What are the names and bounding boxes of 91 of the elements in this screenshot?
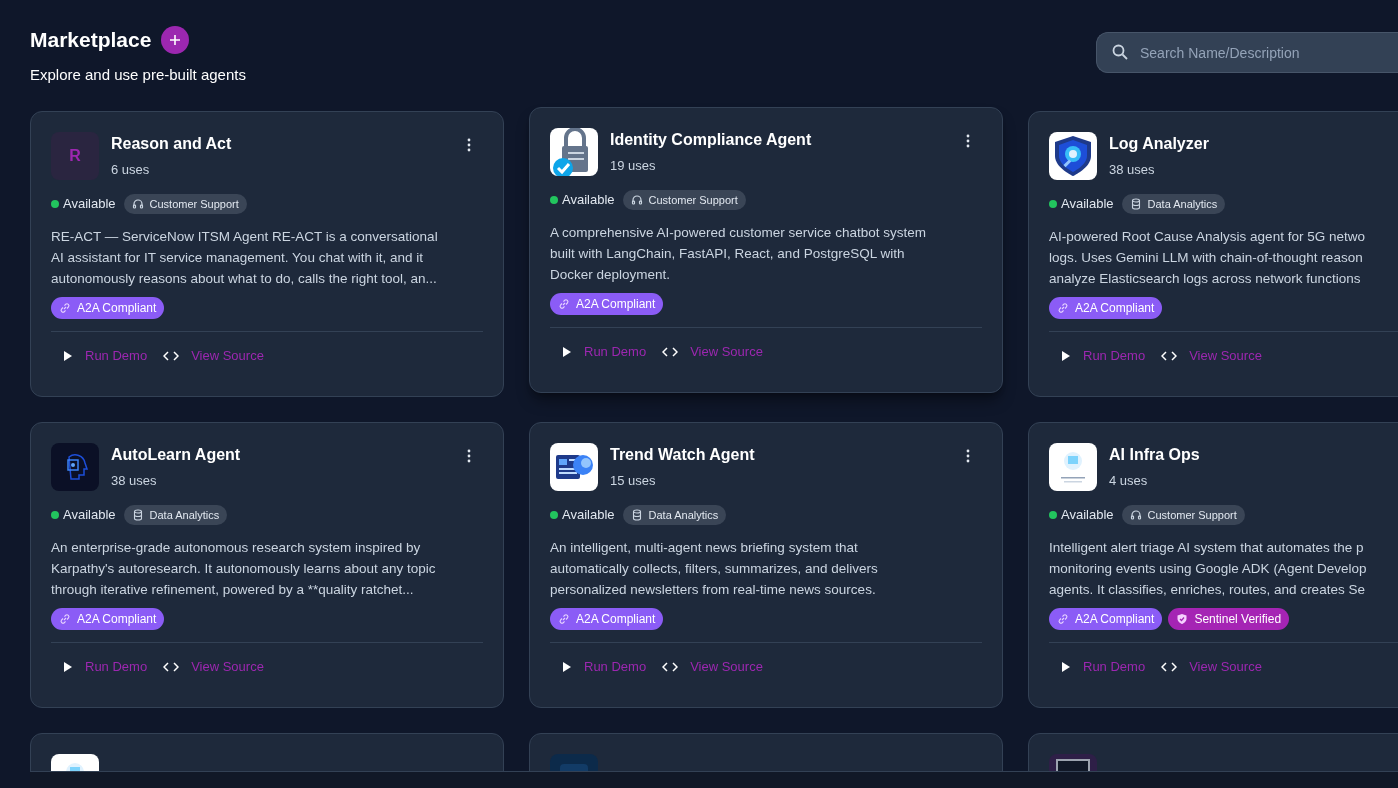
shield-icon xyxy=(1176,613,1189,625)
compliance-badge: A2A Compliant xyxy=(550,293,664,315)
search-field[interactable]: Search Name/Description xyxy=(1096,32,1398,73)
agent-title: AutoLearn Agent xyxy=(111,445,242,465)
play-icon xyxy=(562,345,572,358)
compliance-badge: A2A Compliant xyxy=(550,608,664,630)
avatar: R xyxy=(51,132,99,180)
play-icon xyxy=(562,660,572,673)
database-icon xyxy=(630,509,643,521)
code-icon xyxy=(662,661,679,672)
play-icon xyxy=(63,349,73,362)
agent-card[interactable] xyxy=(529,107,1003,393)
category-tag: Data Analytics xyxy=(1121,194,1226,214)
usage-count: 38 uses xyxy=(111,472,158,490)
more-options-icon[interactable] xyxy=(467,449,471,463)
link-icon xyxy=(558,298,570,310)
page-title: Marketplace xyxy=(30,27,152,53)
play-icon xyxy=(63,660,73,673)
play-icon xyxy=(1061,660,1071,673)
agent-title: AI Infra Ops xyxy=(1109,445,1201,465)
agent-description: An enterprise-grade autonomous research system inspired by Karpathy's autoresearch. It autonomously learns about any topic through iterative refinement, powered by a **quality ratchet... xyxy=(51,539,437,599)
more-options-icon[interactable] xyxy=(966,134,970,148)
database-icon xyxy=(1129,198,1142,210)
agent-description: An intelligent, multi-agent news briefing system that automatically collects, filters, summarizes, and delivers personalized newsletters from real-time news sources. xyxy=(550,539,879,599)
link-icon xyxy=(59,613,71,625)
usage-count: 38 uses xyxy=(1109,161,1156,179)
compliance-badge: A2A Compliant xyxy=(1049,297,1163,319)
agent-card[interactable] xyxy=(1028,111,1398,397)
compliance-badge: A2A Compliant xyxy=(51,297,165,319)
play-icon xyxy=(1061,349,1071,362)
view-source-link[interactable]: View Source xyxy=(1161,657,1262,677)
agent-title: Trend Watch Agent xyxy=(610,445,756,465)
category-tag: Data Analytics xyxy=(622,505,727,525)
category-tag: Customer Support xyxy=(123,194,247,214)
plus-icon xyxy=(169,33,182,46)
agent-card[interactable] xyxy=(30,111,504,397)
run-demo-link[interactable]: Run Demo xyxy=(63,657,148,677)
link-icon xyxy=(59,302,71,314)
more-options-icon[interactable] xyxy=(467,138,471,152)
agent-title: Log Analyzer xyxy=(1109,134,1210,154)
category-tag: Data Analytics xyxy=(123,505,228,525)
status-label: Available xyxy=(562,506,615,525)
code-icon xyxy=(1161,350,1178,361)
link-icon xyxy=(1057,613,1069,625)
usage-count: 19 uses xyxy=(610,157,657,175)
database-icon xyxy=(131,509,144,521)
link-icon xyxy=(558,613,570,625)
verified-badge: Sentinel Verified xyxy=(1168,608,1290,630)
code-icon xyxy=(163,350,180,361)
headset-icon xyxy=(630,194,643,206)
agent-description: RE-ACT — ServiceNow ITSM Agent RE-ACT is a conversational AI assistant for IT service management. You chat with it, and it autonomously reasons about what to do, calls the right tool, an... xyxy=(51,228,439,288)
headset-icon xyxy=(131,198,144,210)
add-button[interactable] xyxy=(161,25,190,54)
view-source-link[interactable]: View Source xyxy=(163,657,264,677)
view-source-link[interactable]: View Source xyxy=(662,657,763,677)
status-label: Available xyxy=(1061,506,1114,525)
status-label: Available xyxy=(63,506,116,525)
code-icon xyxy=(1161,661,1178,672)
headset-icon xyxy=(1129,509,1142,521)
agent-card[interactable] xyxy=(1028,422,1398,708)
link-icon xyxy=(1057,302,1069,314)
compliance-badge: A2A Compliant xyxy=(51,608,165,630)
run-demo-link[interactable]: Run Demo xyxy=(562,342,647,362)
view-source-link[interactable]: View Source xyxy=(662,342,763,362)
category-tag: Customer Support xyxy=(622,190,746,210)
usage-count: 6 uses xyxy=(111,161,151,179)
agent-card[interactable] xyxy=(529,422,1003,708)
status-label: Available xyxy=(562,191,615,210)
more-options-icon[interactable] xyxy=(966,449,970,463)
status-label: Available xyxy=(63,195,116,214)
run-demo-link[interactable]: Run Demo xyxy=(1061,657,1146,677)
usage-count: 15 uses xyxy=(610,472,657,490)
run-demo-link[interactable]: Run Demo xyxy=(63,346,148,366)
run-demo-link[interactable]: Run Demo xyxy=(562,657,647,677)
status-label: Available xyxy=(1061,195,1114,214)
view-source-link[interactable]: View Source xyxy=(1161,346,1262,366)
page-subtitle: Explore and use pre-built agents xyxy=(30,64,246,85)
agent-title: Reason and Act xyxy=(111,134,233,154)
run-demo-link[interactable]: Run Demo xyxy=(1061,346,1146,366)
category-tag: Customer Support xyxy=(1121,505,1245,525)
search-icon xyxy=(1112,44,1128,60)
agent-card[interactable] xyxy=(30,422,504,708)
code-icon xyxy=(163,661,180,672)
compliance-badge: A2A Compliant xyxy=(1049,608,1163,630)
agent-title: Identity Compliance Agent xyxy=(610,130,813,150)
usage-count: 4 uses xyxy=(1109,472,1149,490)
agent-description: AI-powered Root Cause Analysis agent for 5G netwo logs. Uses Gemini LLM with chain-of-thought reason analyze Elasticsearch logs across network functions xyxy=(1049,228,1366,288)
agent-description: Intelligent alert triage AI system that automates the p monitoring events using Google ADK (Agent Develop agents. It classifies, enriches, routes, and creates Se xyxy=(1049,539,1368,599)
view-source-link[interactable]: View Source xyxy=(163,346,264,366)
code-icon xyxy=(662,346,679,357)
agent-description: A comprehensive AI-powered customer service chatbot system built with LangChain, FastAPI, React, and PostgreSQL with Docker deployment. xyxy=(550,224,927,284)
